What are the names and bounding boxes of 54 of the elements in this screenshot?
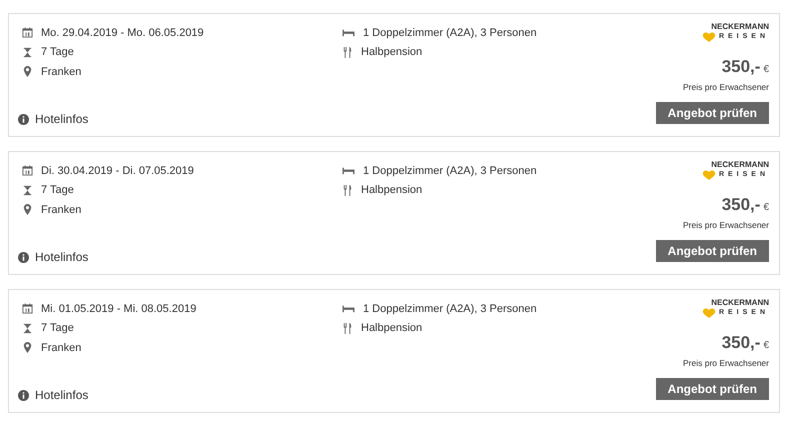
location-pin-icon	[22, 342, 33, 354]
bed-icon	[342, 27, 355, 38]
travel-dates: Di. 30.04.2019 - Di. 07.05.2019	[41, 164, 194, 178]
duration-text: 7 Tage	[41, 183, 74, 198]
calendar-icon	[22, 303, 33, 314]
brand-logo-text: NECKERMANN	[711, 161, 769, 170]
region-text: Franken	[41, 64, 82, 80]
hourglass-icon	[22, 46, 33, 58]
brand-logo-text: NECKERMANN	[711, 299, 769, 308]
hotel-info-link[interactable]: Hotelinfos	[35, 248, 88, 266]
duration-text: 7 Tage	[41, 321, 74, 336]
hourglass-icon	[22, 184, 33, 196]
price-text: 350,-	[722, 194, 760, 216]
bed-icon	[342, 303, 355, 314]
region-text: Franken	[41, 340, 82, 356]
location-pin-icon	[22, 66, 33, 78]
cutlery-icon	[342, 184, 353, 196]
location-pin-icon	[22, 204, 33, 216]
cutlery-icon	[342, 46, 353, 58]
board-text: Halbpension	[361, 183, 422, 198]
board-text: Halbpension	[361, 45, 422, 60]
travel-dates: Mi. 01.05.2019 - Mi. 08.05.2019	[41, 302, 196, 316]
heart-logo-icon	[702, 308, 716, 318]
travel-dates: Mo. 29.04.2019 - Mo. 06.05.2019	[41, 26, 204, 40]
info-icon	[18, 252, 29, 262]
calendar-icon	[22, 27, 33, 38]
currency-text: €	[763, 62, 769, 77]
currency-text: €	[763, 200, 769, 215]
region-text: Franken	[41, 202, 82, 218]
room-text: 1 Doppelzimmer (A2A), 3 Personen	[363, 26, 537, 40]
currency-text: €	[763, 338, 769, 353]
hotel-info-link[interactable]: Hotelinfos	[35, 386, 88, 404]
hourglass-icon	[22, 322, 33, 334]
brand-logo-text: NECKERMANN	[711, 23, 769, 32]
heart-logo-icon	[702, 32, 716, 42]
bed-icon	[342, 165, 355, 176]
hotel-info-link[interactable]: Hotelinfos	[35, 110, 88, 128]
price-note: Preis pro Erwachsener	[683, 357, 769, 370]
price-note: Preis pro Erwachsener	[683, 219, 769, 232]
heart-logo-icon	[702, 170, 716, 180]
room-text: 1 Doppelzimmer (A2A), 3 Personen	[363, 164, 537, 178]
cutlery-icon	[342, 322, 353, 334]
price-text: 350,-	[722, 332, 760, 354]
check-offer-button[interactable]: Angebot prüfen	[656, 378, 769, 400]
price-note: Preis pro Erwachsener	[683, 81, 769, 94]
calendar-icon	[22, 165, 33, 176]
check-offer-button[interactable]: Angebot prüfen	[656, 240, 769, 262]
board-text: Halbpension	[361, 321, 422, 336]
room-text: 1 Doppelzimmer (A2A), 3 Personen	[363, 302, 537, 316]
check-offer-button[interactable]: Angebot prüfen	[656, 102, 769, 124]
info-icon	[18, 114, 29, 124]
info-icon	[18, 390, 29, 400]
duration-text: 7 Tage	[41, 45, 74, 60]
price-text: 350,-	[722, 56, 760, 78]
